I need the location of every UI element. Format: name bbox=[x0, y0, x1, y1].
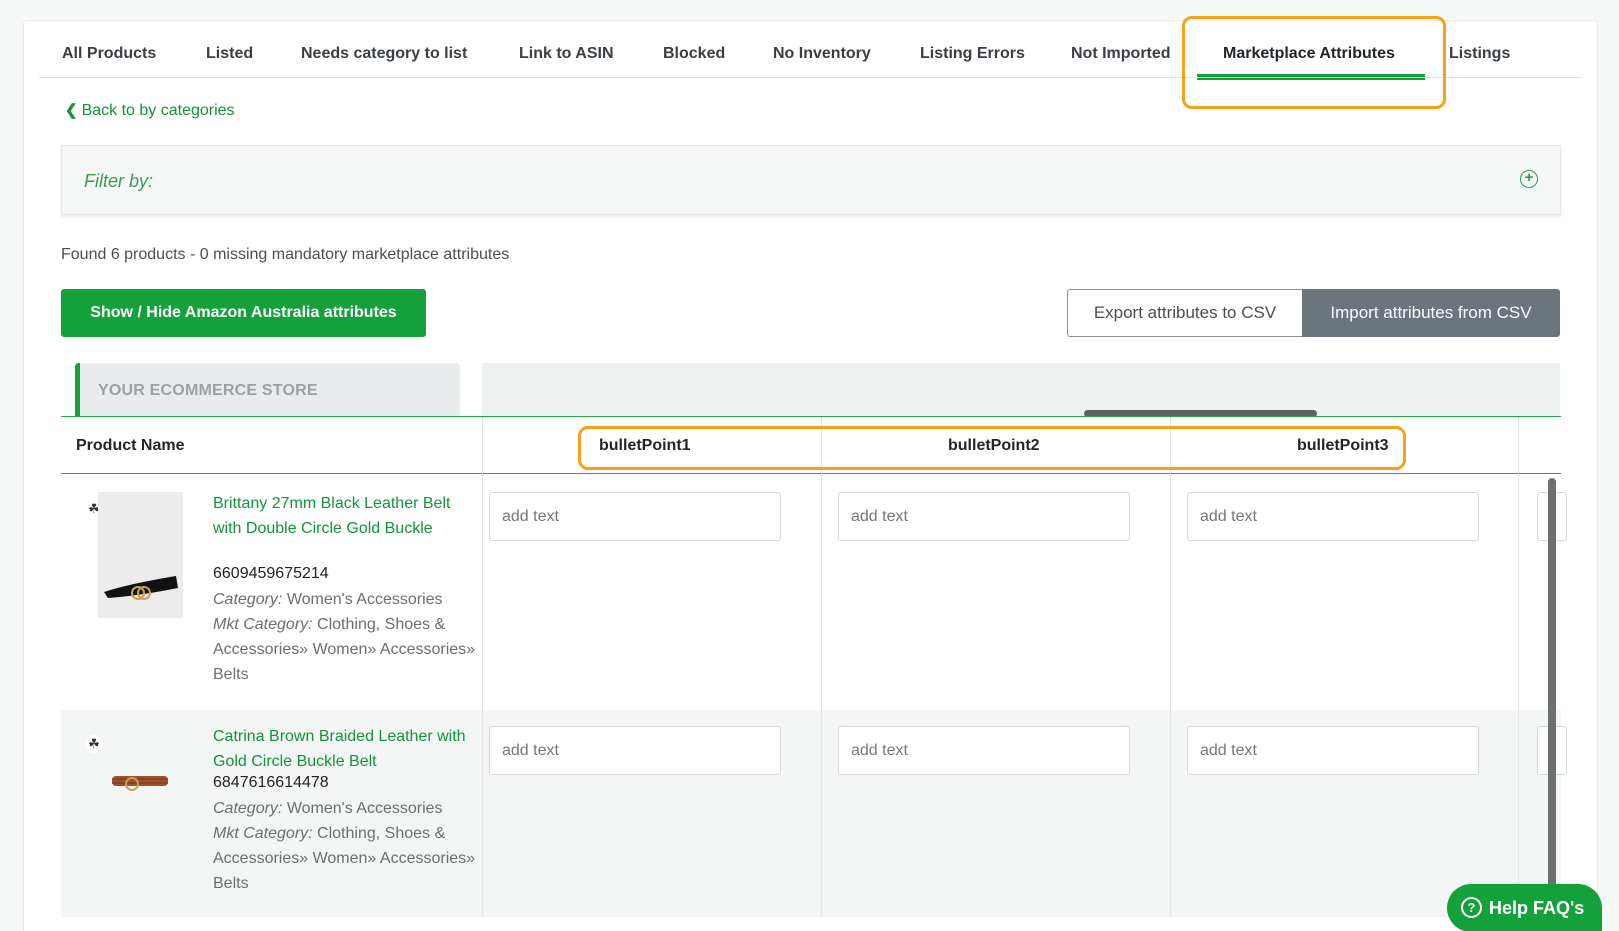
tab-needs-category[interactable]: Needs category to list bbox=[301, 45, 467, 63]
vertical-scrollbar[interactable] bbox=[1548, 478, 1556, 898]
product-meta: Category: Women's Accessories Mkt Catego… bbox=[213, 796, 478, 896]
table-row: ☘ Catrina Brown Braided Leather with Gol… bbox=[61, 710, 1567, 917]
product-name-link[interactable]: Catrina Brown Braided Leather with Gold … bbox=[213, 724, 473, 774]
tab-listings[interactable]: Listings bbox=[1449, 45, 1510, 63]
column-divider bbox=[1170, 710, 1171, 917]
mkt-category-label: Mkt Category: bbox=[213, 825, 313, 842]
column-divider bbox=[1518, 417, 1519, 475]
table-row: ☘ Brittany 27mm Black Leather Belt with … bbox=[61, 474, 1567, 710]
tab-no-inventory[interactable]: No Inventory bbox=[773, 45, 871, 63]
product-id: 6609459675214 bbox=[213, 565, 329, 582]
columns-highlight-box bbox=[578, 426, 1406, 470]
import-csv-button[interactable]: Import attributes from CSV bbox=[1302, 289, 1560, 337]
bulletpoint2-input[interactable]: add text bbox=[838, 492, 1130, 541]
bulletpoint3-input[interactable]: add text bbox=[1187, 726, 1479, 775]
column-divider bbox=[821, 474, 822, 710]
column-header-product-name: Product Name bbox=[76, 437, 185, 454]
column-divider bbox=[1518, 474, 1519, 710]
tab-listing-errors[interactable]: Listing Errors bbox=[920, 45, 1025, 63]
help-faq-label: Help FAQ's bbox=[1489, 898, 1585, 918]
product-thumbnail bbox=[98, 730, 183, 856]
category-label: Category: bbox=[213, 591, 283, 608]
question-icon: ? bbox=[1461, 897, 1482, 918]
category-value: Women's Accessories bbox=[286, 800, 443, 817]
product-meta: Category: Women's Accessories Mkt Catego… bbox=[213, 587, 478, 687]
category-value: Women's Accessories bbox=[286, 591, 443, 608]
belt-image-icon bbox=[104, 576, 178, 600]
belt-image-icon bbox=[112, 776, 168, 791]
column-divider bbox=[482, 417, 483, 475]
attributes-header-bar bbox=[482, 363, 1560, 416]
column-divider bbox=[482, 474, 483, 710]
expand-plus-icon[interactable]: + bbox=[1520, 170, 1538, 188]
store-tab-label: YOUR ECOMMERCE STORE bbox=[98, 382, 318, 399]
mkt-category-label: Mkt Category: bbox=[213, 616, 313, 633]
filter-label: Filter by: bbox=[84, 171, 154, 191]
tab-all-products[interactable]: All Products bbox=[62, 45, 156, 63]
toggle-attributes-button[interactable]: Show / Hide Amazon Australia attributes bbox=[61, 289, 426, 337]
bulletpoint3-input[interactable]: add text bbox=[1187, 492, 1479, 541]
product-name-link[interactable]: Brittany 27mm Black Leather Belt with Do… bbox=[213, 491, 473, 541]
back-link-label: Back to by categories bbox=[81, 102, 235, 119]
tab-highlight-box bbox=[1182, 16, 1446, 109]
product-thumbnail bbox=[98, 492, 183, 618]
store-tab: YOUR ECOMMERCE STORE bbox=[75, 363, 460, 416]
chevron-left-icon: ❮ bbox=[65, 102, 78, 119]
tab-link-to-asin[interactable]: Link to ASIN bbox=[519, 45, 614, 63]
filter-panel: Filter by: + bbox=[61, 145, 1561, 215]
bulletpoint1-input[interactable]: add text bbox=[489, 492, 781, 541]
bulletpoint1-input[interactable]: add text bbox=[489, 726, 781, 775]
product-id: 6847616614478 bbox=[213, 774, 329, 791]
category-label: Category: bbox=[213, 800, 283, 817]
tab-listed[interactable]: Listed bbox=[206, 45, 253, 63]
column-divider bbox=[1170, 474, 1171, 710]
column-divider bbox=[821, 710, 822, 917]
bulletpoint2-input[interactable]: add text bbox=[838, 726, 1130, 775]
tab-blocked[interactable]: Blocked bbox=[663, 45, 725, 63]
back-link[interactable]: ❮ Back to by categories bbox=[65, 101, 235, 120]
tab-not-imported[interactable]: Not Imported bbox=[1071, 45, 1171, 63]
export-csv-button[interactable]: Export attributes to CSV bbox=[1067, 289, 1303, 337]
results-summary: Found 6 products - 0 missing mandatory m… bbox=[61, 246, 510, 263]
help-faq-button[interactable]: ? Help FAQ's bbox=[1447, 884, 1602, 931]
column-divider bbox=[482, 710, 483, 917]
